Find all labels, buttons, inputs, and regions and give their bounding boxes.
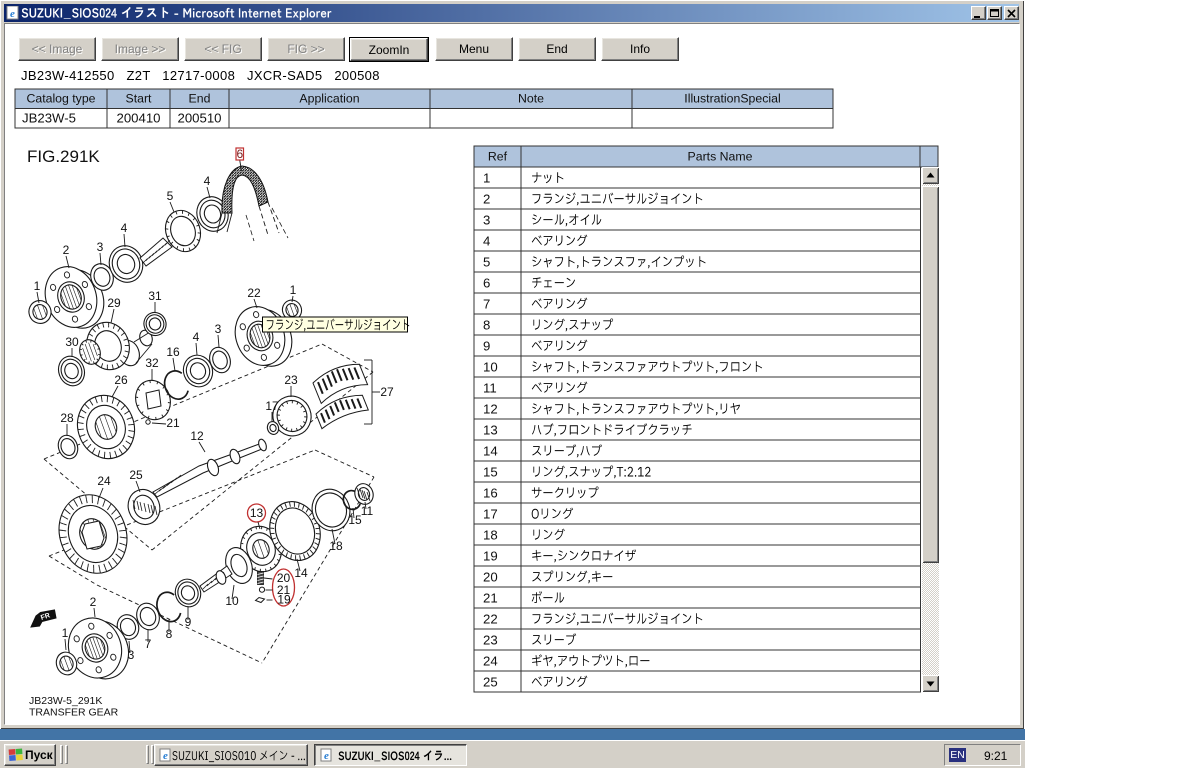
svg-text:e: e bbox=[10, 8, 15, 20]
svg-text:e: e bbox=[324, 750, 329, 762]
svg-text:e: e bbox=[163, 750, 168, 762]
